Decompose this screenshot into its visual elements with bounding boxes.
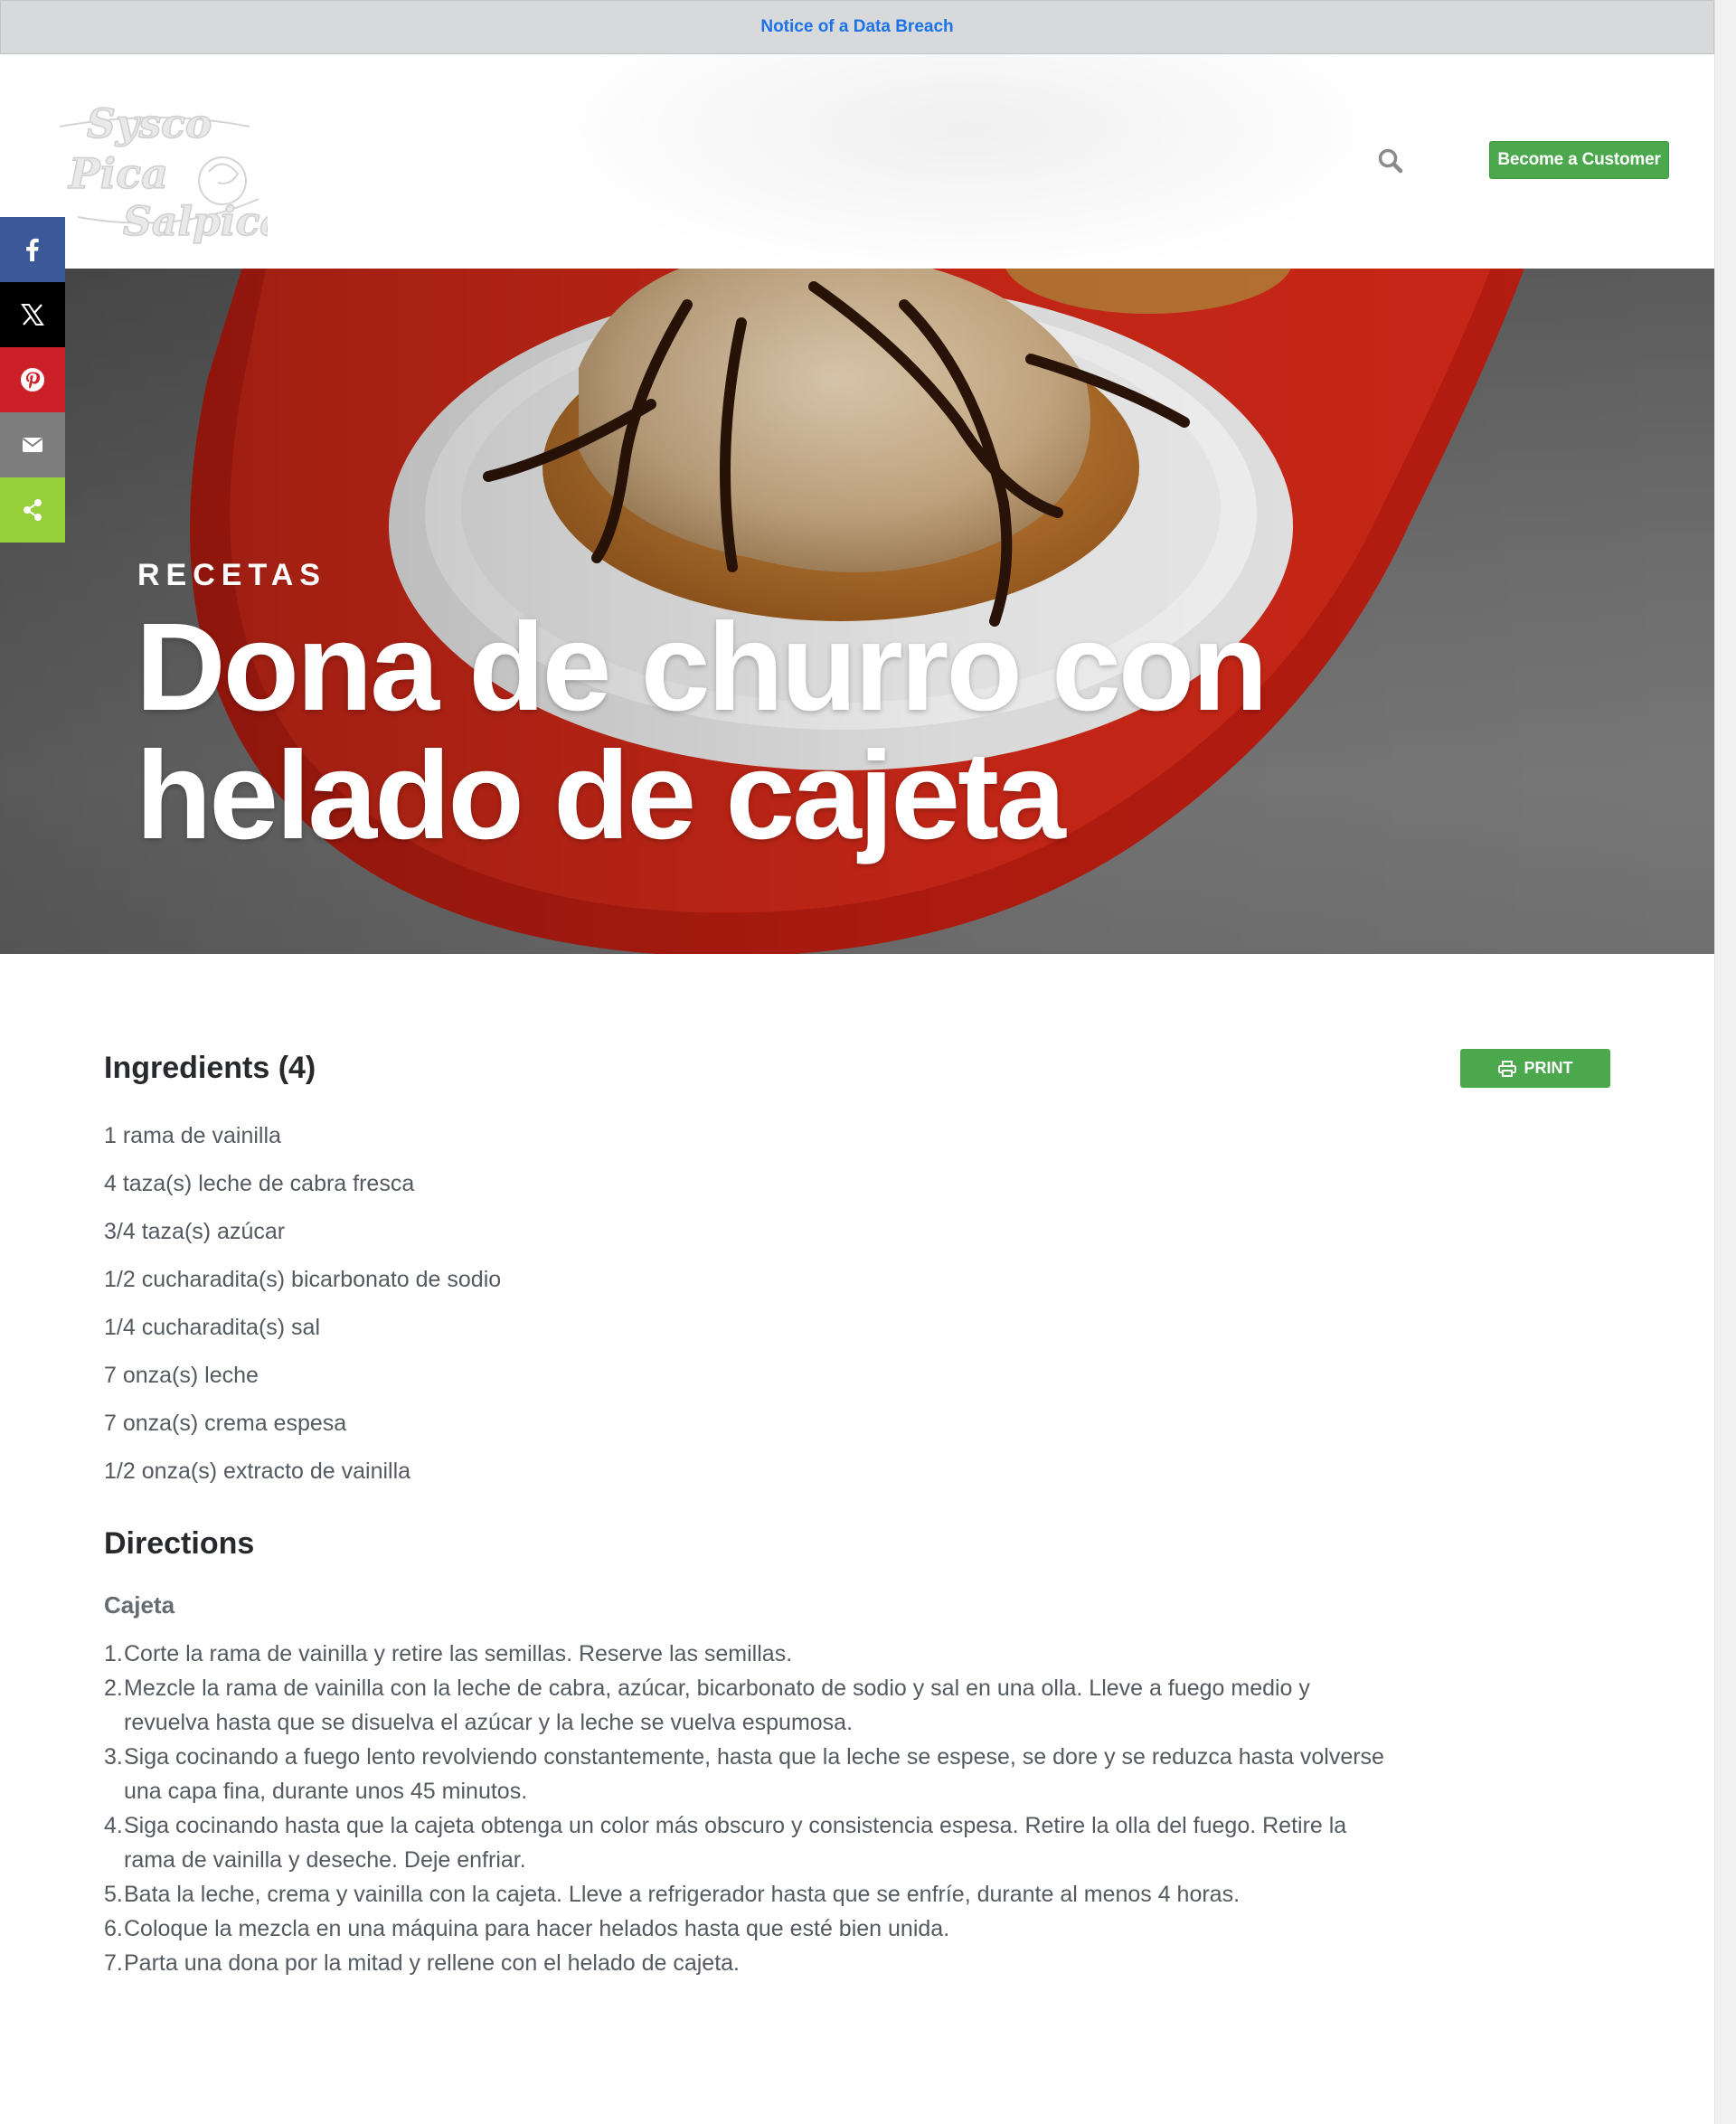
printer-icon — [1497, 1060, 1516, 1077]
logo-text-pica: Pica — [67, 149, 168, 198]
search-icon[interactable] — [1376, 146, 1405, 175]
ingredients-list: 1 rama de vainilla 4 taza(s) leche de ca… — [104, 1112, 501, 1496]
print-button[interactable]: PRINT — [1460, 1049, 1610, 1088]
direction-step: Corte la rama de vainilla y retire las s… — [104, 1637, 793, 1671]
print-label: PRINT — [1524, 1059, 1573, 1077]
directions-steps: Corte la rama de vainilla y retire las s… — [104, 1637, 1390, 1980]
ingredient-item: 7 onza(s) crema espesa — [104, 1411, 347, 1436]
page-title: Dona de churro con helado de cajeta — [136, 603, 1401, 860]
logo-text-salpica: Salpica — [123, 199, 268, 244]
pinterest-share-button[interactable] — [0, 347, 65, 412]
logo-text-sysco: Sysco — [87, 101, 212, 147]
direction-step: Mezcle la rama de vainilla con la leche … — [104, 1671, 1310, 1735]
become-a-customer-button[interactable]: Become a Customer — [1489, 141, 1669, 179]
direction-step: Coloque la mezcla en una máquina para ha… — [104, 1912, 950, 1946]
x-share-button[interactable] — [0, 282, 65, 347]
header-background-art — [561, 54, 1374, 269]
site-header: Sysco Pica Salpica Become a Customer — [0, 54, 1714, 269]
data-breach-notice-link[interactable]: Notice of a Data Breach — [760, 17, 953, 37]
recipes-eyebrow: Recetas — [137, 558, 326, 592]
email-share-button[interactable] — [0, 412, 65, 477]
ingredients-heading: Ingredients (4) — [104, 1051, 316, 1085]
direction-step: Parta una dona por la mitad y rellene co… — [104, 1946, 741, 1980]
notice-bar: Notice of a Data Breach — [0, 0, 1714, 54]
pinterest-icon — [21, 368, 44, 392]
section-subheading: Cajeta — [104, 1591, 175, 1619]
directions-heading: Directions — [104, 1526, 255, 1561]
direction-step: Siga cocinando a fuego lento revolviendo… — [104, 1740, 1384, 1804]
x-icon — [21, 304, 44, 326]
page-scrollbar[interactable] — [1714, 0, 1736, 2124]
sysco-pica-salpica-logo[interactable]: Sysco Pica Salpica — [51, 90, 268, 244]
direction-step: Siga cocinando hasta que la cajeta obten… — [104, 1808, 1347, 1873]
ingredient-item: 3/4 taza(s) azúcar — [104, 1219, 286, 1244]
page-title-line-1: Dona de churro con — [136, 598, 1268, 737]
page-title-line-2: helado de cajeta — [136, 726, 1066, 865]
share-icon — [24, 499, 42, 521]
ingredient-item: 4 taza(s) leche de cabra fresca — [104, 1171, 415, 1196]
social-share-rail — [0, 217, 65, 543]
ingredient-item: 7 onza(s) leche — [104, 1363, 259, 1388]
ingredient-item: 1/4 cucharadita(s) sal — [104, 1315, 321, 1340]
email-icon — [22, 438, 43, 452]
facebook-share-button[interactable] — [0, 217, 65, 282]
share-button[interactable] — [0, 477, 65, 543]
ingredient-item: 1/2 onza(s) extracto de vainilla — [104, 1458, 411, 1484]
ingredient-item: 1 rama de vainilla — [104, 1123, 281, 1148]
ingredient-item: 1/2 cucharadita(s) bicarbonato de sodio — [104, 1267, 502, 1292]
hero-banner: Recetas Dona de churro con helado de caj… — [0, 269, 1714, 954]
facebook-icon — [26, 238, 39, 261]
direction-step: Bata la leche, crema y vainilla con la c… — [104, 1877, 1241, 1912]
